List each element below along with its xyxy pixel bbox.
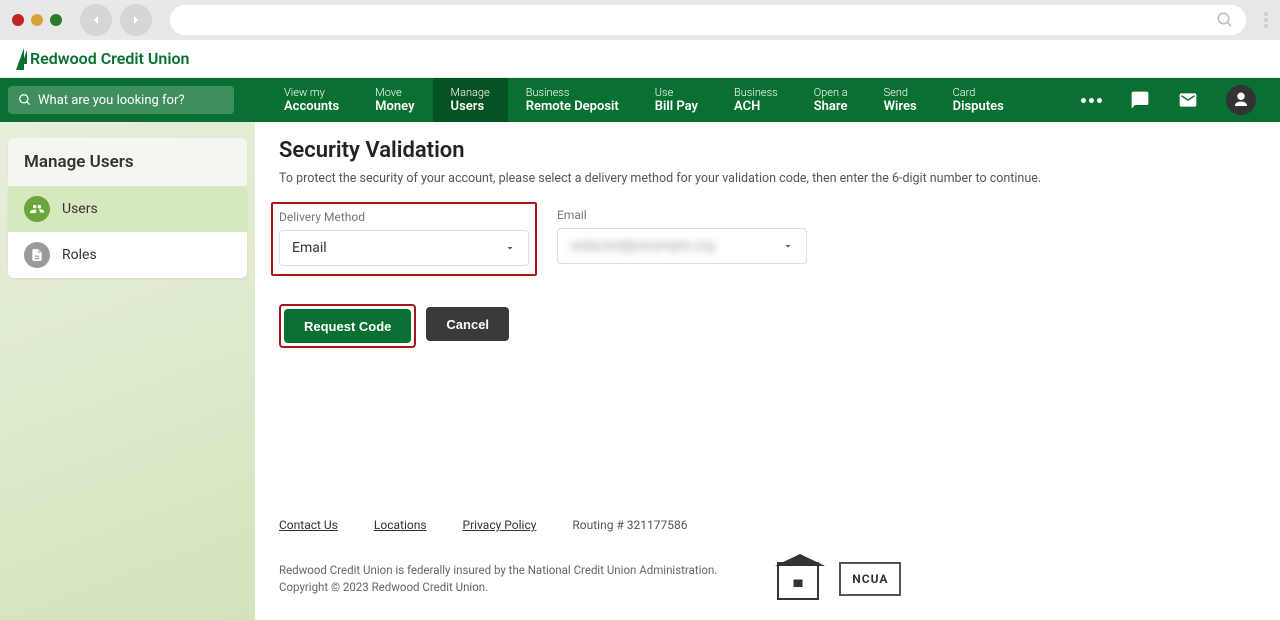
page-title: Security Validation xyxy=(279,138,1246,163)
sidebar-item-label: Roles xyxy=(62,247,97,263)
search-icon xyxy=(1216,11,1234,29)
window-close-icon[interactable] xyxy=(12,14,24,26)
search-icon xyxy=(18,93,32,107)
footer-link-locations[interactable]: Locations xyxy=(374,518,427,532)
email-value: redacted@example.org xyxy=(570,238,714,254)
email-label: Email xyxy=(557,208,807,222)
browser-menu-icon[interactable] xyxy=(1264,12,1268,28)
chevron-down-icon xyxy=(504,242,516,254)
equal-housing-icon xyxy=(777,562,819,600)
logo-bar: Redwood Credit Union xyxy=(0,40,1280,78)
nav-item-remote-deposit[interactable]: BusinessRemote Deposit xyxy=(508,78,637,122)
chat-icon[interactable] xyxy=(1130,90,1150,110)
footer-disclosure: Redwood Credit Union is federally insure… xyxy=(279,562,717,579)
nav-search-input[interactable]: What are you looking for? xyxy=(8,86,234,114)
email-select[interactable]: redacted@example.org xyxy=(557,228,807,264)
chevron-down-icon xyxy=(782,240,794,252)
delivery-method-highlight: Delivery Method Email xyxy=(271,202,537,276)
footer: Contact Us Locations Privacy Policy Rout… xyxy=(279,488,1246,620)
request-code-highlight: Request Code xyxy=(279,304,416,348)
users-icon xyxy=(24,196,50,222)
person-icon xyxy=(1232,91,1250,109)
nav-more-icon[interactable] xyxy=(1081,98,1102,103)
nav-item-disputes[interactable]: CardDisputes xyxy=(935,78,1022,122)
mail-icon[interactable] xyxy=(1178,90,1198,110)
sidebar-title: Manage Users xyxy=(8,138,247,186)
window-minimize-icon[interactable] xyxy=(31,14,43,26)
nav-item-ach[interactable]: BusinessACH xyxy=(716,78,796,122)
window-controls xyxy=(12,14,62,26)
nav-item-share[interactable]: Open aShare xyxy=(796,78,866,122)
nav-item-bill-pay[interactable]: UseBill Pay xyxy=(637,78,716,122)
cancel-button[interactable]: Cancel xyxy=(426,307,509,341)
ncua-logo: NCUA xyxy=(839,562,901,596)
footer-copyright: Copyright © 2023 Redwood Credit Union. xyxy=(279,579,717,596)
browser-chrome xyxy=(0,0,1280,40)
browser-back-button[interactable] xyxy=(80,4,112,36)
footer-link-contact[interactable]: Contact Us xyxy=(279,518,338,532)
page-description: To protect the security of your account,… xyxy=(279,171,1246,186)
sidebar-item-users[interactable]: Users xyxy=(8,186,247,232)
delivery-method-label: Delivery Method xyxy=(279,210,529,224)
nav-item-money[interactable]: MoveMoney xyxy=(357,78,432,122)
roles-icon xyxy=(24,242,50,268)
delivery-method-select[interactable]: Email xyxy=(279,230,529,266)
avatar[interactable] xyxy=(1226,85,1256,115)
sidebar-item-roles[interactable]: Roles xyxy=(8,232,247,278)
browser-forward-button[interactable] xyxy=(120,4,152,36)
sidebar-item-label: Users xyxy=(62,201,98,217)
delivery-method-value: Email xyxy=(292,240,327,256)
request-code-button[interactable]: Request Code xyxy=(284,309,411,343)
tree-icon xyxy=(16,48,24,70)
main-nav: What are you looking for? View myAccount… xyxy=(0,78,1280,122)
window-maximize-icon[interactable] xyxy=(50,14,62,26)
nav-item-users[interactable]: ManageUsers xyxy=(433,78,508,122)
nav-search-placeholder: What are you looking for? xyxy=(38,93,185,108)
brand-logo[interactable]: Redwood Credit Union xyxy=(16,48,189,70)
brand-name: Redwood Credit Union xyxy=(30,49,189,68)
nav-item-accounts[interactable]: View myAccounts xyxy=(266,78,357,122)
sidebar: Manage Users Users Roles xyxy=(0,122,255,620)
address-bar[interactable] xyxy=(170,5,1246,35)
routing-number: Routing # 321177586 xyxy=(572,518,687,532)
nav-item-wires[interactable]: SendWires xyxy=(866,78,935,122)
main-content: Security Validation To protect the secur… xyxy=(255,122,1280,620)
footer-link-privacy[interactable]: Privacy Policy xyxy=(463,518,537,532)
